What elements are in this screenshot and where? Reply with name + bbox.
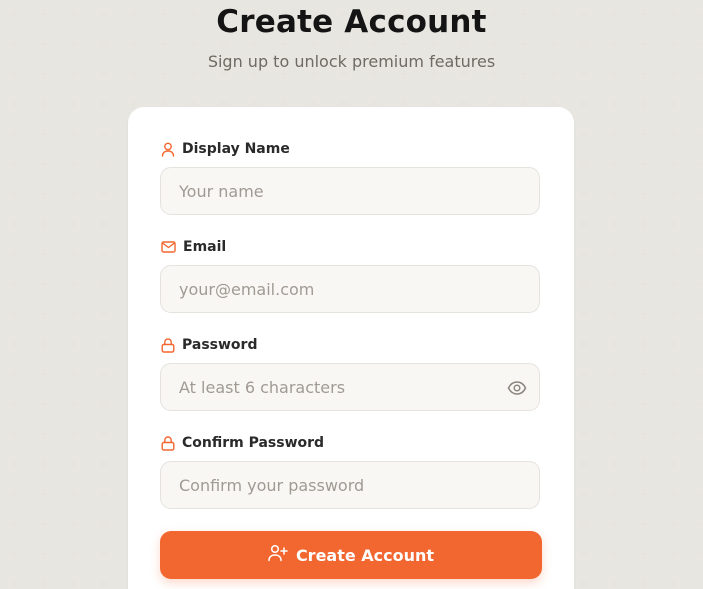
email-input[interactable]	[177, 278, 523, 300]
lock-icon	[161, 337, 175, 353]
page-title: Create Account	[216, 4, 487, 40]
page-subtitle: Sign up to unlock premium features	[207, 52, 496, 71]
mail-icon	[161, 241, 176, 253]
lock-icon	[161, 435, 175, 451]
display-name-input[interactable]	[177, 180, 523, 202]
confirm-password-label: Confirm Password	[182, 435, 325, 451]
user-plus-icon	[268, 544, 288, 566]
eye-icon[interactable]	[507, 378, 527, 398]
password-input[interactable]	[177, 376, 501, 398]
display-name-field-wrapper	[160, 167, 540, 215]
signup-card: Display Name Email Password	[128, 107, 574, 589]
confirm-password-field-wrapper	[160, 461, 540, 509]
display-name-label: Display Name	[182, 141, 290, 157]
email-label: Email	[183, 239, 227, 255]
display-name-label-row: Display Name	[161, 141, 290, 157]
email-label-row: Email	[161, 239, 226, 255]
password-label-row: Password	[161, 337, 257, 353]
user-icon	[161, 142, 175, 157]
create-account-button[interactable]: Create Account	[160, 531, 542, 579]
email-field-wrapper	[160, 265, 540, 313]
create-account-button-label: Create Account	[295, 545, 435, 565]
confirm-password-label-row: Confirm Password	[161, 435, 324, 451]
password-field-wrapper	[160, 363, 540, 411]
confirm-password-input[interactable]	[177, 474, 523, 496]
password-label: Password	[182, 337, 258, 353]
